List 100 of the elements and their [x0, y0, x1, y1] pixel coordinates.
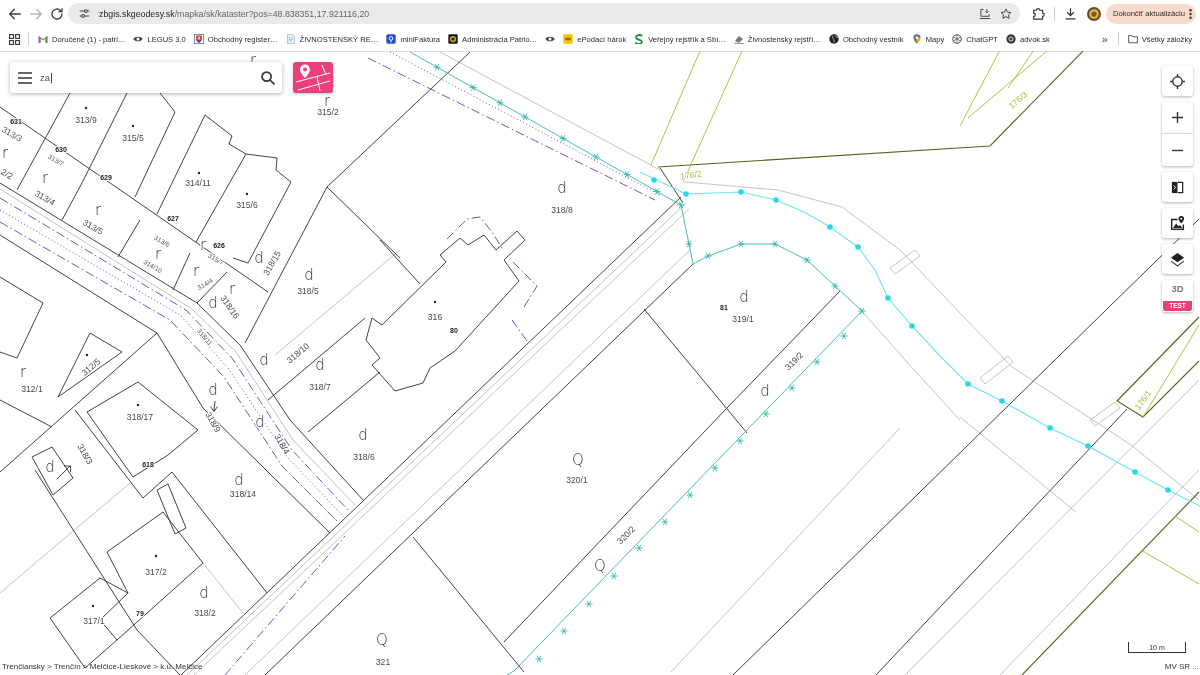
parcel-number: 314/11 — [185, 178, 211, 188]
keyhole-icon — [386, 34, 397, 44]
parcel-number: 317/1 — [83, 616, 105, 626]
land-use-symbol: r — [323, 92, 331, 110]
sliders-icon[interactable] — [79, 8, 90, 19]
parcel-number: 313/9 — [75, 115, 97, 125]
avatar-icon[interactable] — [1086, 6, 1101, 21]
parcel-number: 2/2 — [0, 166, 15, 182]
parcel-number: 315/5 — [122, 133, 144, 143]
parcel-number: 316 — [427, 312, 443, 322]
photo-map-button[interactable] — [1162, 208, 1193, 238]
parcel-number: 318/17 — [126, 412, 154, 422]
tile-icon — [563, 34, 574, 44]
search-icon — [261, 70, 275, 85]
land-use-symbol: d — [739, 288, 749, 306]
address-bar[interactable]: zbgis.skgeodesy.sk/mapka/sk/kataster?pos=48.838351,17.921116,20 — [68, 3, 1020, 24]
land-use-symbol: r — [41, 169, 49, 187]
locate-button[interactable] — [1162, 66, 1193, 96]
menu-icon — [18, 70, 32, 85]
grid-icon — [9, 33, 20, 45]
land-use-symbol: d — [45, 458, 55, 476]
map-attribution: MV SR ... — [1164, 662, 1199, 671]
land-use-symbol: d — [760, 382, 770, 400]
eye-icon — [133, 34, 144, 44]
land-use-symbol: r — [249, 51, 257, 69]
pin-on-map-icon — [295, 63, 331, 92]
parcel-number: 312/1 — [21, 384, 43, 394]
cadastre-map-button[interactable] — [293, 62, 333, 93]
3d-view-button[interactable]: 3D — [1162, 280, 1193, 301]
parcel-number: 313/4 — [33, 188, 57, 208]
land-use-symbol: d — [234, 471, 244, 489]
search-button[interactable] — [261, 70, 275, 85]
folder-icon — [1127, 34, 1138, 44]
land-use-symbol: d — [557, 179, 567, 197]
land-use-symbol: d — [255, 413, 265, 431]
land-use-symbol: d — [208, 294, 218, 312]
land-use-symbol: d — [358, 426, 368, 444]
land-use-symbol: Q — [572, 451, 584, 469]
parcel-number: 315/2 — [317, 107, 339, 117]
arrow-right-icon — [29, 7, 42, 20]
parcel-number: 318/2 — [194, 608, 216, 618]
land-use-symbol: Q — [594, 557, 606, 575]
search-input[interactable]: za — [40, 72, 51, 83]
document-icon — [285, 34, 296, 44]
land-use-symbol: Q — [376, 631, 388, 649]
reload-icon — [50, 7, 63, 20]
ring-icon — [1005, 34, 1016, 44]
location-breadcrumb[interactable]: Trenčiansky > Trenčín > Melčice-Lieskové > k.ú. Melčice — [2, 662, 203, 671]
globe-icon — [828, 34, 839, 44]
land-use-symbol: r — [199, 236, 207, 254]
parcel-number: 317/2 — [145, 567, 167, 577]
crosshair-icon — [1170, 73, 1185, 89]
more-bookmarks-button[interactable]: » — [1097, 29, 1112, 49]
parcel-number: 318/8 — [551, 205, 573, 215]
parcel-number: 319/1 — [732, 314, 754, 324]
land-use-symbol: d — [254, 249, 264, 267]
image-pin-icon — [1170, 215, 1185, 231]
menu-button[interactable] — [18, 70, 32, 85]
land-use-symbol: r — [154, 245, 162, 263]
layers-button[interactable] — [1162, 244, 1193, 274]
eye-icon — [545, 34, 556, 44]
install-app-icon[interactable] — [978, 7, 991, 20]
url-text[interactable]: zbgis.skgeodesy.sk/mapka/sk/kataster?pos=48.838351,17.921116,20 — [99, 8, 370, 19]
parcel-number: 321 — [375, 657, 391, 667]
parcel-number: 318/6 — [353, 452, 375, 462]
parcel-number: 176/2 — [679, 168, 703, 182]
land-use-symbol: r — [228, 280, 236, 298]
seal-icon — [448, 34, 459, 44]
land-use-symbol: d — [199, 584, 209, 602]
parcel-number: 318/14 — [229, 489, 257, 499]
compare-button[interactable] — [1162, 172, 1193, 202]
download-icon[interactable] — [1063, 7, 1077, 20]
land-use-symbol: r — [192, 262, 200, 280]
land-use-symbol: d — [208, 381, 218, 399]
parcel-number: 318/7 — [309, 382, 331, 392]
mail-icon — [38, 34, 48, 44]
plus-icon — [1172, 112, 1183, 123]
wheel-icon — [952, 34, 963, 44]
split-view-icon — [1170, 179, 1185, 195]
map-pin-icon — [911, 34, 922, 44]
coat-of-arms-icon — [193, 34, 204, 44]
parcel-number: 318/5 — [297, 286, 319, 296]
star-icon[interactable] — [999, 7, 1012, 20]
stamp-icon — [733, 34, 744, 44]
parcel-number: 315/6 — [236, 200, 258, 210]
land-use-symbol: r — [19, 363, 27, 381]
land-use-symbol: d — [259, 351, 269, 369]
land-use-symbol: d — [304, 266, 314, 284]
land-use-symbol: r — [1, 144, 9, 162]
layers-icon — [1170, 251, 1185, 267]
text-cursor-icon — [51, 72, 53, 83]
parcel-number: 320/1 — [566, 475, 588, 485]
kebab-menu-icon — [1189, 8, 1192, 19]
puzzle-icon[interactable] — [1031, 7, 1045, 20]
land-use-symbol: r — [94, 201, 102, 219]
parcel-number: 313/3 — [0, 124, 24, 144]
arrow-left-icon — [8, 7, 21, 20]
parcel-number: 313/5 — [81, 217, 105, 237]
letter-s-icon — [634, 34, 645, 44]
zoom-in-button[interactable] — [1162, 102, 1193, 134]
